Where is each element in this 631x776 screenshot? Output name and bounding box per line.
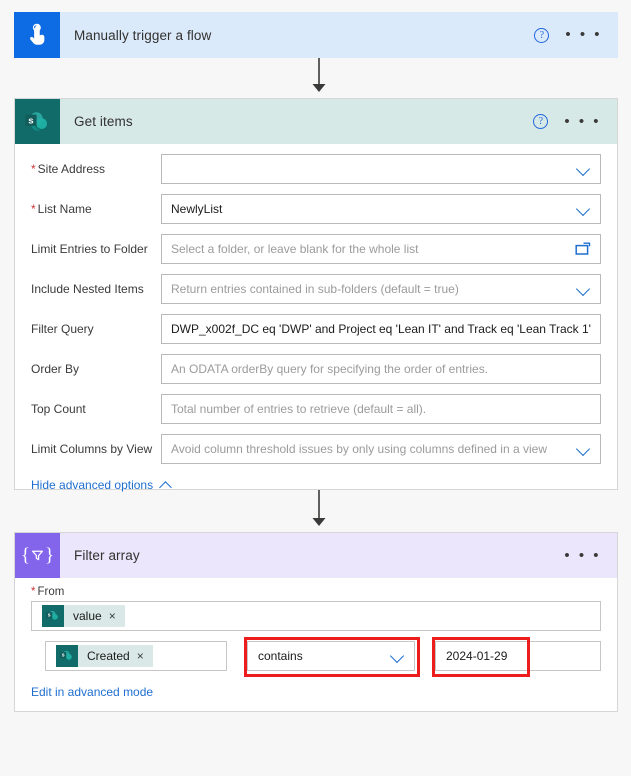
include-nested-items-dropdown[interactable]: Return entries contained in sub-folders … (161, 274, 601, 304)
order-by-input[interactable]: An ODATA orderBy query for specifying th… (161, 354, 601, 384)
remove-token-icon[interactable]: × (109, 610, 116, 622)
more-options-icon[interactable]: • • • (564, 548, 601, 563)
action-card-filter-array[interactable]: { } Filter array • • • * From s value × … (14, 532, 618, 712)
condition-value-input[interactable]: 2024-01-29 (432, 637, 601, 677)
more-options-icon[interactable]: • • • (564, 114, 601, 129)
connector-arrow-trigger-to-getitems (308, 58, 330, 98)
required-asterisk: * (31, 586, 36, 598)
token-label: Created (87, 649, 130, 663)
limit-columns-by-view-placeholder: Avoid column threshold issues by only us… (171, 442, 547, 456)
field-label-list-name: * List Name (31, 202, 92, 216)
hide-advanced-options-link[interactable]: Hide advanced options (31, 478, 172, 492)
top-count-placeholder: Total number of entries to retrieve (def… (171, 402, 427, 416)
top-count-input[interactable]: Total number of entries to retrieve (def… (161, 394, 601, 424)
list-name-dropdown[interactable]: NewlyList (161, 194, 601, 224)
order-by-placeholder: An ODATA orderBy query for specifying th… (171, 362, 489, 376)
condition-property-input[interactable]: s Created × (45, 641, 227, 671)
from-input[interactable]: s value × (31, 601, 601, 631)
field-label-include-nested-items: Include Nested Items (31, 282, 144, 296)
svg-text:s: s (62, 653, 65, 659)
chevron-up-icon (160, 479, 172, 491)
field-label-top-count: Top Count (31, 402, 86, 416)
trigger-card-title: Manually trigger a flow (74, 27, 212, 43)
limit-entries-to-folder-placeholder: Select a folder, or leave blank for the … (171, 242, 419, 256)
chevron-down-icon[interactable] (576, 201, 592, 217)
chevron-down-icon[interactable] (576, 281, 592, 297)
condition-value-text: 2024-01-29 (446, 649, 508, 663)
get-items-form: * Site Address * List Name NewlyList Limit… (15, 144, 617, 492)
more-options-icon[interactable]: • • • (565, 27, 602, 42)
flow-designer-canvas: Manually trigger a flow ? • • • s Get it… (0, 0, 631, 776)
sharepoint-icon: s (42, 605, 64, 627)
form-row-limit-columns-by-view: Limit Columns by View Avoid column thres… (31, 434, 601, 464)
filter-array-form: * From s value × s Created × contains 20… (15, 578, 617, 699)
trigger-card-manually-trigger-a-flow[interactable]: Manually trigger a flow ? • • • (14, 12, 618, 58)
limit-columns-by-view-dropdown[interactable]: Avoid column threshold issues by only us… (161, 434, 601, 464)
get-items-card-title: Get items (74, 114, 133, 129)
hide-advanced-options-label: Hide advanced options (31, 478, 154, 492)
sharepoint-icon: s (56, 645, 78, 667)
get-items-card-actions: ? • • • (533, 114, 617, 129)
field-label-limit-entries-to-folder: Limit Entries to Folder (31, 242, 148, 256)
chevron-down-icon[interactable] (390, 648, 406, 664)
filter-query-input[interactable]: DWP_x002f_DC eq 'DWP' and Project eq 'Le… (161, 314, 601, 344)
dynamic-token-value[interactable]: s value × (42, 605, 125, 627)
token-label: value (73, 609, 102, 623)
chevron-down-icon[interactable] (576, 441, 592, 457)
form-row-list-name: * List Name NewlyList (31, 194, 601, 224)
tap-hand-icon (14, 12, 60, 58)
field-label-order-by: Order By (31, 362, 80, 376)
edit-in-advanced-mode-link[interactable]: Edit in advanced mode (31, 685, 153, 699)
action-card-get-items[interactable]: s Get items ? • • • * Site Address * List … (14, 98, 618, 492)
form-row-limit-entries-to-folder: Limit Entries to Folder Select a folder,… (31, 234, 601, 264)
svg-text:s: s (28, 115, 33, 126)
filter-array-card-actions: • • • (564, 548, 617, 563)
list-name-value: NewlyList (171, 202, 223, 216)
filter-condition-row: s Created × contains 2024-01-29 (31, 637, 601, 677)
filter-array-card-header[interactable]: { } Filter array • • • (15, 533, 617, 578)
filter-array-icon: { } (15, 533, 60, 578)
remove-token-icon[interactable]: × (137, 650, 144, 662)
field-label-filter-query: Filter Query (31, 322, 94, 336)
folder-picker-icon[interactable] (574, 241, 592, 257)
condition-operator-value: contains (258, 649, 303, 663)
field-label-limit-columns-by-view: Limit Columns by View (31, 442, 153, 456)
svg-text:s: s (48, 613, 51, 619)
dynamic-token-created[interactable]: s Created × (56, 645, 153, 667)
site-address-dropdown[interactable] (161, 154, 601, 184)
form-row-include-nested-items: Include Nested Items Return entries cont… (31, 274, 601, 304)
help-icon[interactable]: ? (534, 27, 550, 43)
condition-operator-dropdown[interactable]: contains (244, 637, 420, 677)
trigger-card-actions: ? • • • (534, 27, 618, 43)
form-row-order-by: Order By An ODATA orderBy query for spec… (31, 354, 601, 384)
connector-arrow-getitems-to-filterarray (308, 490, 330, 532)
filter-query-value: DWP_x002f_DC eq 'DWP' and Project eq 'Le… (171, 322, 591, 336)
filter-array-card-title: Filter array (74, 548, 140, 563)
sharepoint-icon: s (15, 99, 60, 144)
limit-entries-to-folder-input[interactable]: Select a folder, or leave blank for the … (161, 234, 601, 264)
get-items-card-header[interactable]: s Get items ? • • • (15, 99, 617, 144)
form-row-site-address: * Site Address (31, 154, 601, 184)
required-asterisk: * (31, 162, 36, 176)
form-row-filter-query: Filter Query DWP_x002f_DC eq 'DWP' and P… (31, 314, 601, 344)
include-nested-items-placeholder: Return entries contained in sub-folders … (171, 282, 459, 296)
chevron-down-icon[interactable] (576, 161, 592, 177)
trigger-card-header[interactable]: Manually trigger a flow ? • • • (14, 12, 618, 58)
field-label-site-address: * Site Address (31, 162, 106, 176)
form-row-top-count: Top Count Total number of entries to ret… (31, 394, 601, 424)
help-icon[interactable]: ? (533, 114, 549, 129)
required-asterisk: * (31, 202, 36, 216)
field-label-from: * From (31, 586, 65, 598)
